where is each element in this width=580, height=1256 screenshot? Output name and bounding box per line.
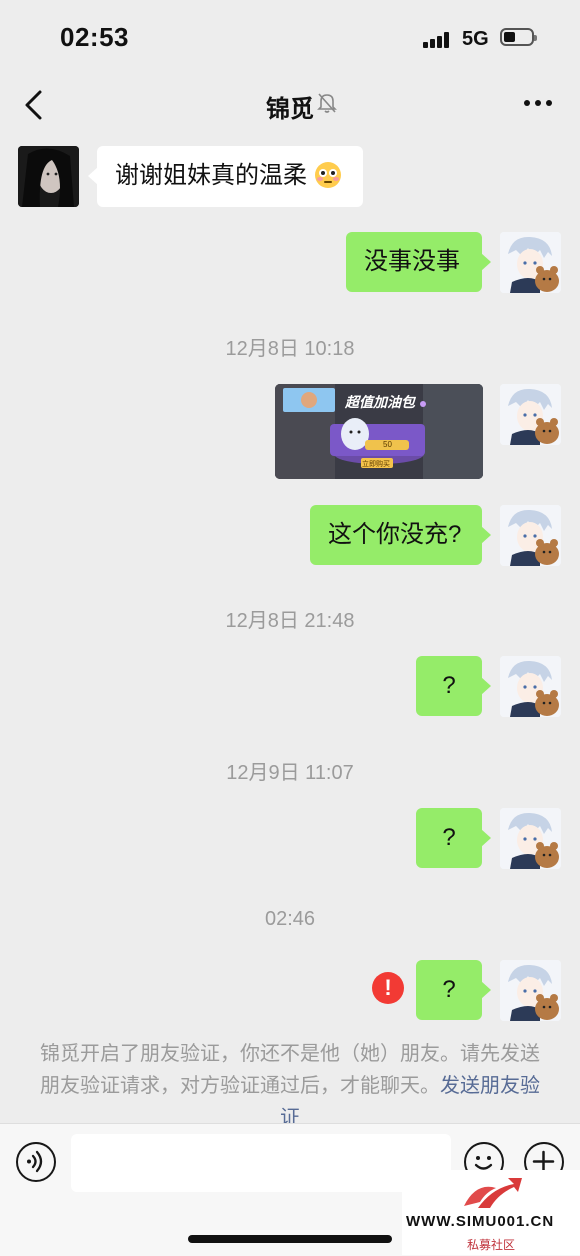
- voice-icon[interactable]: [16, 1142, 56, 1182]
- timestamp: 12月8日 10:18: [225, 338, 355, 360]
- image-value: 50: [383, 440, 392, 449]
- message-bubble-sent[interactable]: 这个你没充?: [310, 505, 491, 565]
- my-avatar[interactable]: [500, 505, 561, 566]
- my-avatar[interactable]: [500, 232, 561, 293]
- flushed-face-emoji-icon: [314, 161, 341, 188]
- message-input[interactable]: [71, 1134, 451, 1192]
- bell-muted-icon: [317, 93, 337, 113]
- message-bubble-sent[interactable]: 没事没事: [346, 232, 491, 292]
- my-avatar[interactable]: [500, 808, 561, 869]
- message-bubble-sent[interactable]: ?: [416, 808, 491, 868]
- more-dots-icon[interactable]: [522, 100, 554, 110]
- friend-verification-notice: 锦觅开启了朋友验证，你还不是他（她）朋友。请先发送朋友验证请求，对方验证通过后，…: [40, 1038, 540, 1123]
- timestamp: 12月9日 11:07: [226, 762, 354, 784]
- home-indicator[interactable]: [188, 1235, 392, 1243]
- watermark-url: WWW.SIMU001.CN: [406, 1213, 555, 1230]
- chat-area: 谢谢姐妹真的温柔 没事没事 12月8日 10:18 超值加油包 50 立即购买 …: [0, 135, 580, 1123]
- image-message[interactable]: 超值加油包 50 立即购买: [275, 384, 483, 479]
- timestamp: 12月8日 21:48: [225, 610, 355, 632]
- image-badge: 立即购买: [362, 461, 390, 468]
- nav-bar: 锦觅: [0, 75, 580, 135]
- network-type: 5G: [462, 28, 489, 50]
- message-bubble-received[interactable]: 谢谢姐妹真的温柔: [88, 146, 363, 207]
- watermark-subtitle: 私募社区: [466, 1238, 515, 1252]
- message-text: 谢谢姐妹真的温柔: [115, 162, 307, 189]
- my-avatar[interactable]: [500, 960, 561, 1021]
- watermark: WWW.SIMU001.CN 私募社区: [402, 1170, 580, 1255]
- timestamp: 02:46: [264, 908, 316, 930]
- image-title: 超值加油包: [345, 394, 415, 410]
- status-time: 02:53: [60, 22, 129, 52]
- contact-avatar[interactable]: [18, 146, 79, 207]
- send-failed-icon[interactable]: !: [372, 972, 404, 1004]
- chat-title[interactable]: 锦觅: [0, 89, 580, 124]
- battery-icon: [500, 28, 537, 46]
- status-bar: 02:53 5G: [0, 0, 580, 75]
- message-bubble-sent[interactable]: ?: [416, 960, 491, 1020]
- watermark-logo-icon: [464, 1178, 522, 1208]
- signal-icon: [423, 30, 455, 48]
- message-bubble-sent[interactable]: ?: [416, 656, 491, 716]
- my-avatar[interactable]: [500, 656, 561, 717]
- my-avatar[interactable]: [500, 384, 561, 445]
